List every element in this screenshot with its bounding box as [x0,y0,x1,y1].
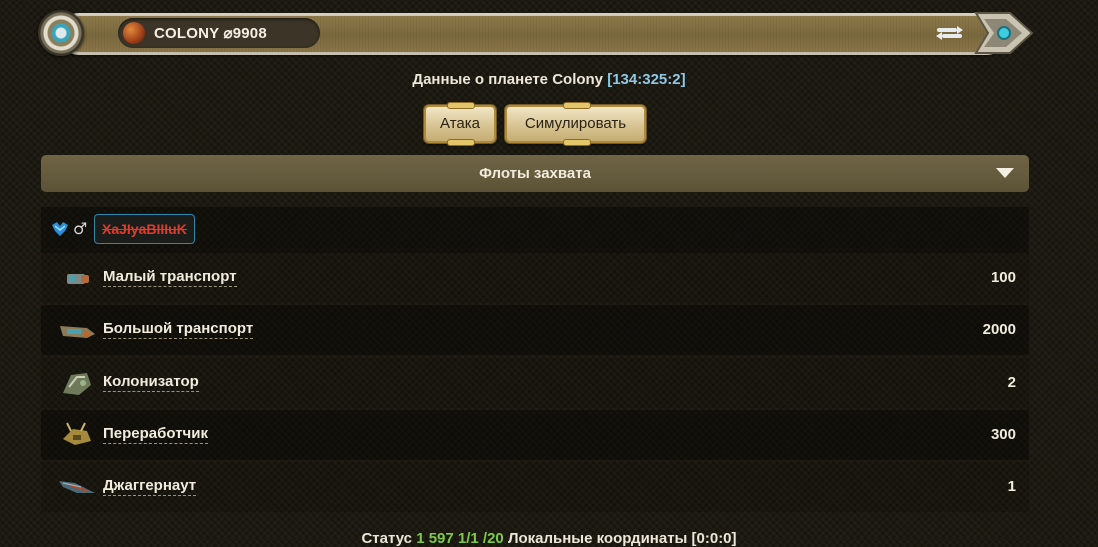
list-item: Переработчик 300 [41,410,1029,460]
ship-name-link[interactable]: Колонизатор [103,373,199,392]
capture-fleets-header[interactable]: Флоты захвата [41,155,1029,192]
chevron-down-icon[interactable] [996,168,1014,178]
small-cargo-icon [67,274,89,284]
large-cargo-icon [60,326,95,338]
button-notch-top [562,102,591,109]
section-title: Флоты захвата [479,165,591,182]
ship-name-link[interactable]: Большой транспорт [103,320,254,339]
planet-icon [123,22,145,44]
ship-name-link[interactable]: Малый транспорт [103,268,237,287]
planet-coordinates-link[interactable]: [134:325:2] [607,71,685,88]
ship-name-link[interactable]: Переработчик [103,425,208,444]
list-item: Малый транспорт 100 [41,253,1029,303]
player-name-link[interactable]: XaJIyaBIIIuK [94,214,195,244]
recycler-icon [63,422,91,445]
list-item: Колонизатор 2 [41,358,1029,408]
button-notch-bottom [447,139,475,146]
planet-bar-end-icon[interactable] [974,11,1034,55]
attack-button-label: Атака [440,115,480,132]
planet-bar: COLONY ⌀9908 [38,10,1034,58]
ship-count: 2000 [982,321,1016,338]
ship-count: 1 [1007,478,1016,495]
ship-name-link[interactable]: Джаггернаут [103,477,197,496]
player-row: ♂ XaJIyaBIIIuK [41,207,1029,253]
alliance-icon [52,222,68,236]
planet-menu-ring-icon[interactable] [38,10,84,56]
simulate-button-label: Симулировать [524,115,627,132]
ship-count: 100 [990,269,1016,286]
juggernaut-icon [59,481,95,493]
switch-planet-icon[interactable] [936,25,964,41]
list-item: Большой транспорт 2000 [41,305,1029,355]
list-item: Джаггернаут 1 [41,462,1029,512]
ship-count: 300 [990,426,1016,443]
planet-name[interactable]: COLONY ⌀9908 [154,24,267,42]
planet-info-label: Данные о планете Colony [412,71,604,88]
button-notch-top [447,102,475,109]
colony-ship-icon [63,373,91,395]
simulate-button[interactable]: Симулировать [505,102,646,146]
planet-info-heading: Данные о планете Colony [134:325:2] [0,71,1098,88]
attack-button[interactable]: Атака [424,102,496,146]
ship-count: 2 [1007,374,1016,391]
male-gender-icon: ♂ [73,219,88,238]
button-notch-bottom [562,139,591,146]
